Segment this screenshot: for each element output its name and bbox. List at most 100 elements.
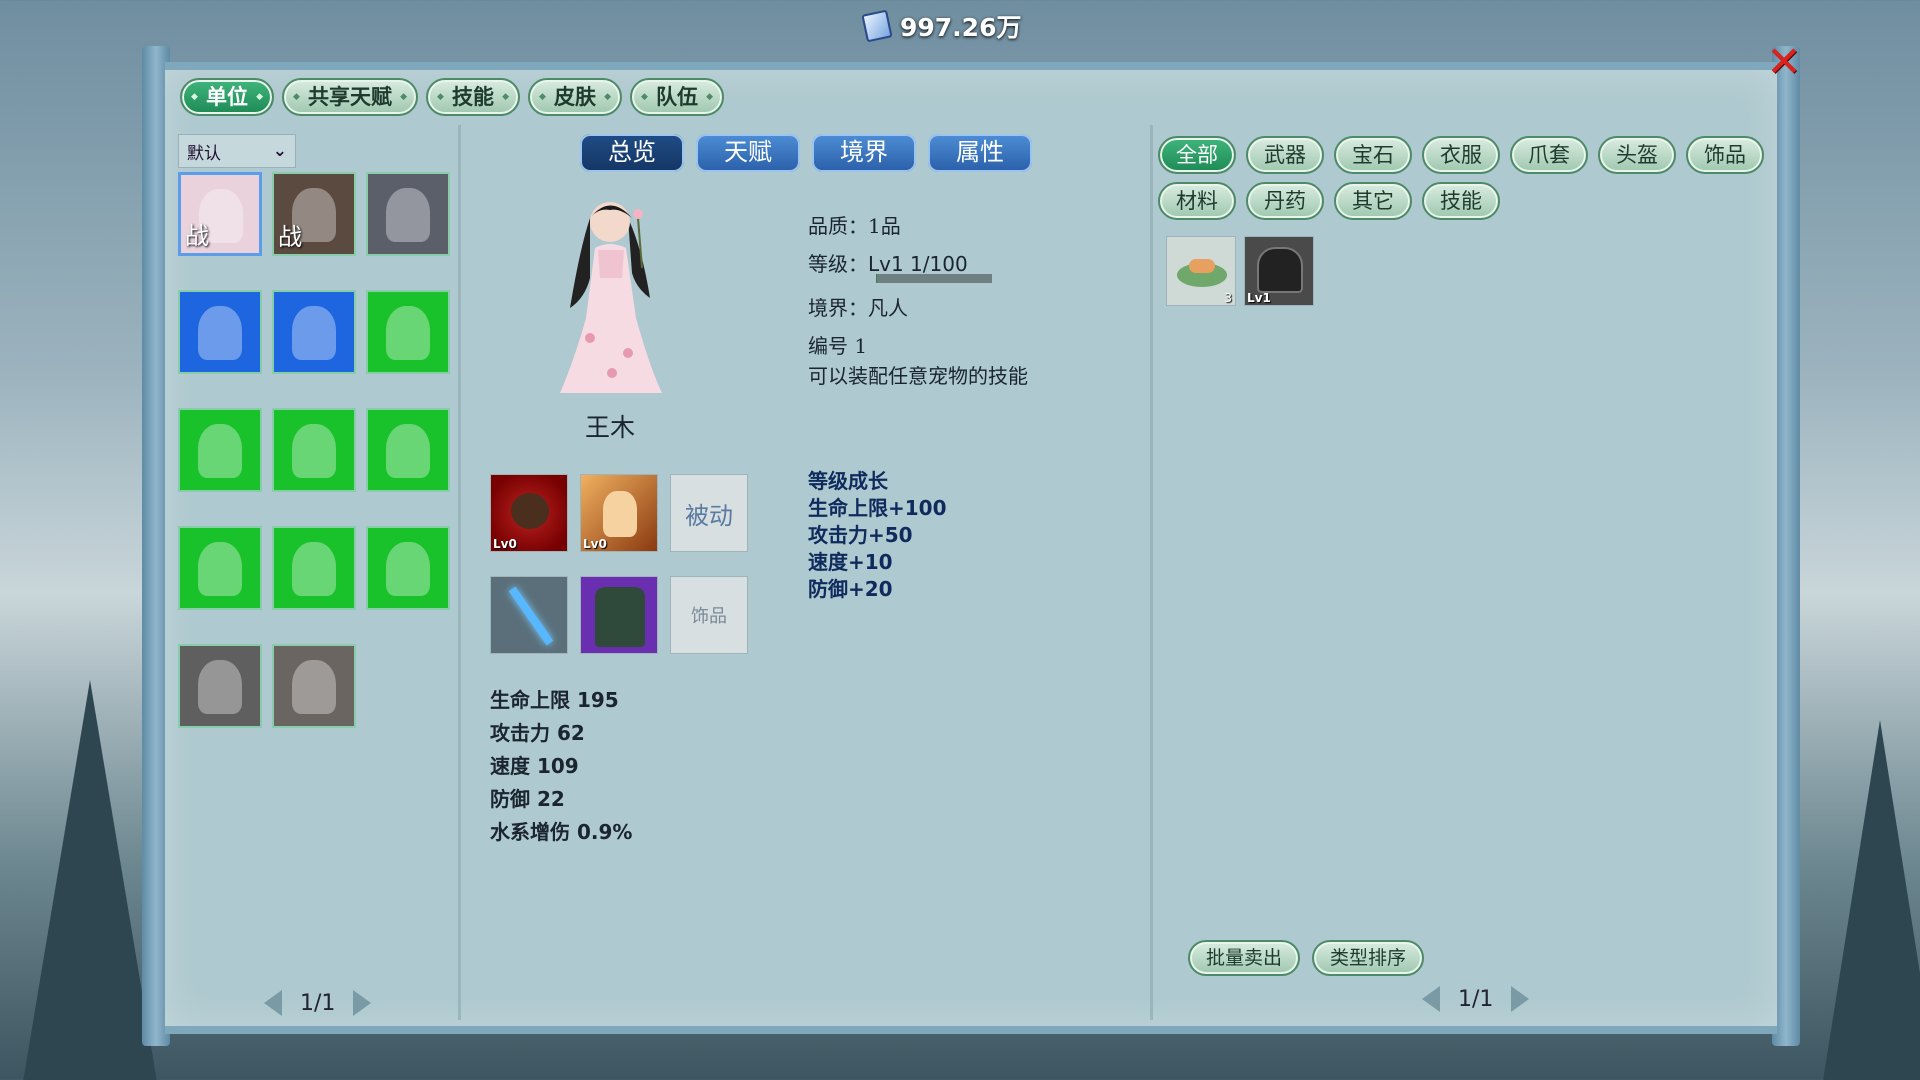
currency-amount: 997.26万 [900,13,1022,42]
tab-overview[interactable]: 总览 [580,134,684,172]
divider [1150,125,1153,1020]
boar-skill-icon [511,493,549,529]
stat-defense: 防御 22 [490,787,565,811]
stat-speed: 速度 109 [490,754,579,778]
detail-tabs: 总览 天赋 境界 属性 [580,134,1032,172]
quality-text: 品质：1品 [808,214,901,238]
filter-other[interactable]: 其它 [1334,182,1412,220]
level-value: Lv1 1/100 [868,252,968,276]
bg-tree [1820,720,1920,1080]
unit-page-label: 1/1 [300,990,336,1016]
level-label: 等级： [808,252,868,276]
realm-text: 境界：凡人 [808,296,908,320]
unit-card[interactable]: 战 [272,172,356,256]
filter-claw[interactable]: 爪套 [1510,136,1588,174]
inventory-item[interactable]: Lv1 [1244,236,1314,306]
prev-page-button[interactable] [1422,986,1440,1012]
pill-dish-icon-orbs [1189,259,1215,273]
unit-card[interactable] [178,526,262,610]
filter-material[interactable]: 材料 [1158,182,1236,220]
stat-hp: 生命上限 195 [490,688,619,712]
sort-dropdown[interactable]: 默认 ⌄ [178,134,296,168]
unit-card[interactable] [366,172,450,256]
unit-portrait-icon [386,306,430,360]
tab-realm[interactable]: 境界 [812,134,916,172]
filter-accessory[interactable]: 饰品 [1686,136,1764,174]
tab-skins[interactable]: 皮肤 [528,78,622,116]
tab-talent[interactable]: 天赋 [696,134,800,172]
unit-portrait-icon [198,306,242,360]
inventory-item[interactable]: 3 [1166,236,1236,306]
unit-card[interactable] [366,408,450,492]
armor-icon [595,587,645,647]
bg-tree [20,680,160,1080]
next-page-button[interactable] [1511,986,1530,1012]
tab-skills[interactable]: 技能 [426,78,520,116]
inventory-filters: 全部 武器 宝石 衣服 爪套 头盔 饰品 材料 丹药 其它 技能 [1158,136,1778,220]
filter-helmet[interactable]: 头盔 [1598,136,1676,174]
helmet-icon [1257,247,1303,293]
unit-portrait-icon [198,424,242,478]
staff-icon [508,586,554,646]
inventory-page-label: 1/1 [1458,986,1494,1012]
unit-card[interactable] [366,290,450,374]
level-growth: 等级成长 生命上限+100 攻击力+50 速度+10 防御+20 [808,468,947,603]
passive-slot[interactable]: 被动 [670,474,748,552]
tab-team[interactable]: 队伍 [630,78,724,116]
unit-card[interactable] [178,290,262,374]
unit-pager: 1/1 [264,990,372,1016]
accessory-slot[interactable]: 饰品 [670,576,748,654]
filter-weapon[interactable]: 武器 [1246,136,1324,174]
filter-pill[interactable]: 丹药 [1246,182,1324,220]
filter-gem[interactable]: 宝石 [1334,136,1412,174]
tab-attributes[interactable]: 属性 [928,134,1032,172]
skill-slot-1[interactable]: Lv0 [490,474,568,552]
item-level: Lv1 [1247,291,1271,305]
skill-level: Lv0 [493,537,517,551]
unit-portrait-icon [386,188,430,242]
sort-type-button[interactable]: 类型排序 [1312,940,1424,976]
item-count: 3 [1224,291,1232,305]
growth-line: 速度+10 [808,550,893,574]
unit-card[interactable] [178,644,262,728]
unit-portrait-icon [198,660,242,714]
xp-bar-fill [876,274,878,283]
filter-all[interactable]: 全部 [1158,136,1236,174]
currency-display: 997.26万 [861,8,1022,44]
unit-portrait-icon [386,542,430,596]
unit-card[interactable] [366,526,450,610]
battle-tag: 战 [185,222,209,250]
top-tabs: 单位 共享天赋 技能 皮肤 队伍 [180,78,724,116]
unit-portrait-icon [292,424,336,478]
unit-portrait-icon [292,542,336,596]
unit-card[interactable] [272,408,356,492]
unit-card[interactable] [178,408,262,492]
next-page-button[interactable] [353,990,372,1016]
chevron-down-icon: ⌄ [272,141,287,161]
unit-portrait-icon [386,424,430,478]
skill-slot-2[interactable]: Lv0 [580,474,658,552]
passive-slot-label: 被动 [685,501,733,530]
filter-skill[interactable]: 技能 [1422,182,1500,220]
growth-line: 生命上限+100 [808,496,947,520]
close-button[interactable]: ✕ [1764,41,1804,83]
gem-icon [861,9,893,43]
growth-title: 等级成长 [808,469,888,493]
unit-card[interactable] [272,644,356,728]
character-portrait [560,202,662,393]
unit-card[interactable] [272,526,356,610]
growth-line: 攻击力+50 [808,523,913,547]
bulk-sell-button[interactable]: 批量卖出 [1188,940,1300,976]
equip-slot-weapon[interactable] [490,576,568,654]
unit-card[interactable]: 战 [178,172,262,256]
tab-units[interactable]: 单位 [180,78,274,116]
palm-skill-icon [603,491,637,537]
character-name: 王木 [584,413,635,442]
filter-clothes[interactable]: 衣服 [1422,136,1500,174]
unit-stats: 生命上限 195 攻击力 62 速度 109 防御 22 水系增伤 0.9% [490,684,632,849]
prev-page-button[interactable] [264,990,282,1016]
unit-portrait-icon [198,542,242,596]
equip-slot-armor[interactable] [580,576,658,654]
tab-shared-talent[interactable]: 共享天赋 [282,78,418,116]
unit-card[interactable] [272,290,356,374]
